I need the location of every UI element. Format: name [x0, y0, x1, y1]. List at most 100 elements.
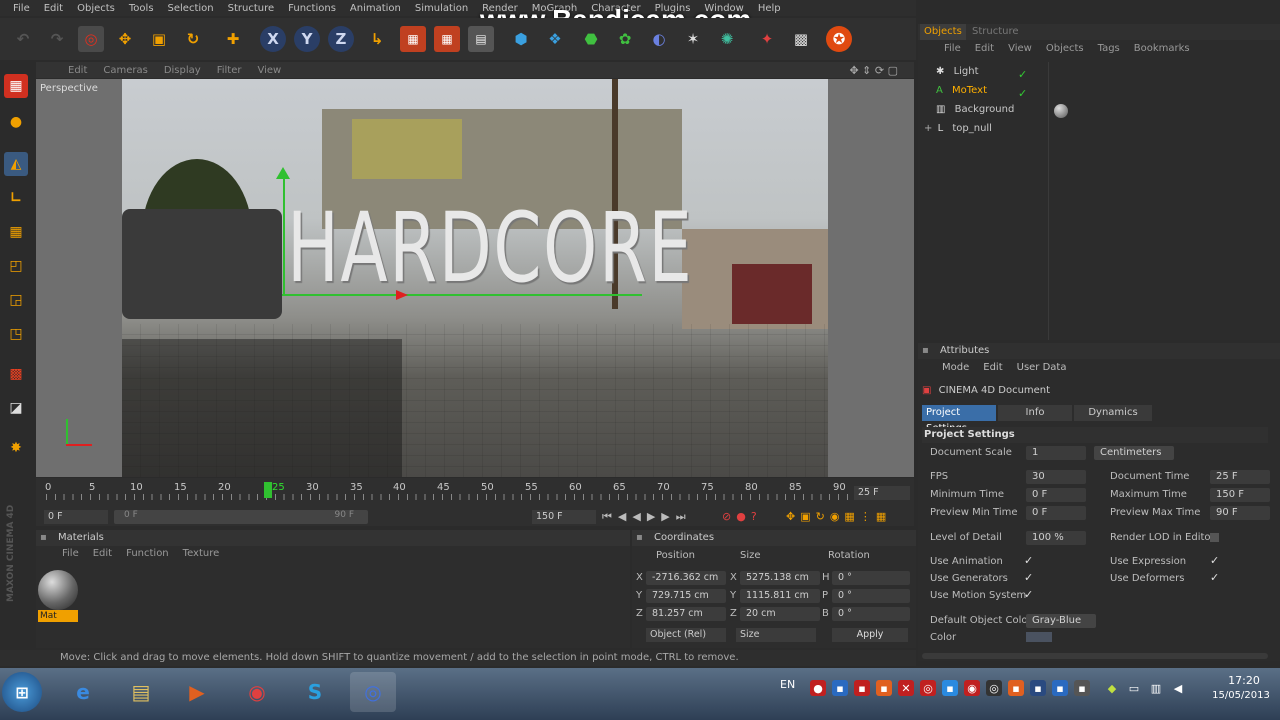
viewport-menu-display[interactable]: Display [158, 65, 211, 76]
objects-menu-bookmarks[interactable]: Bookmarks [1134, 43, 1190, 59]
tab-info[interactable]: Info [998, 405, 1072, 421]
visibility-check-icon[interactable]: ✓ [1018, 68, 1027, 81]
viewport-menu-view[interactable]: View [251, 65, 291, 76]
render-lod-checkbox[interactable] [1210, 533, 1219, 542]
texture-mode-icon[interactable]: ▦ [4, 220, 28, 244]
camera-icon[interactable]: ✺ [714, 26, 740, 52]
min-time-field[interactable]: 0 F [1026, 488, 1086, 502]
y-axis-handle[interactable] [283, 174, 285, 294]
nurbs-icon[interactable]: ❖ [542, 26, 568, 52]
objects-menu-file[interactable]: File [944, 43, 961, 59]
max-time-field[interactable]: 150 F [1210, 488, 1270, 502]
start-frame-field[interactable]: 0 F [44, 510, 108, 524]
skype-icon[interactable]: S [292, 672, 338, 712]
tray-icon[interactable]: ▪ [1052, 680, 1068, 696]
objects-menu-edit[interactable]: Edit [975, 43, 994, 59]
pos-x-field[interactable]: -2716.362 cm [646, 571, 726, 585]
tray-icon[interactable]: ◉ [964, 680, 980, 696]
object-item-motext[interactable]: A MoText [936, 85, 1136, 101]
menu-animation[interactable]: Animation [343, 3, 408, 14]
viewport-menu-cameras[interactable]: Cameras [97, 65, 157, 76]
pos-y-field[interactable]: 729.715 cm [646, 589, 726, 603]
objects-menu-objects[interactable]: Objects [1046, 43, 1084, 59]
use-expression-checkbox[interactable]: ✓ [1210, 554, 1219, 567]
key-controls[interactable]: ✥▣↻◉▦⋮▦ [786, 510, 914, 524]
rot-p-field[interactable]: 0 ° [832, 589, 910, 603]
move-icon[interactable]: ✥ [112, 26, 138, 52]
playback-controls[interactable]: ⏮◀◀▶▶⏭ [602, 510, 714, 524]
tray-icon[interactable]: ◎ [986, 680, 1002, 696]
timeline[interactable]: 0 5 10 15 20 25 30 35 40 45 50 55 60 65 … [36, 478, 914, 526]
live-selection-icon[interactable]: ◎ [78, 26, 104, 52]
coordinate-system-icon[interactable]: ↳ [364, 26, 390, 52]
volume-icon[interactable]: ◀ [1170, 680, 1186, 696]
use-motion-checkbox[interactable]: ✓ [1024, 588, 1033, 601]
edges-mode-icon[interactable]: ◲ [4, 288, 28, 312]
x-axis-arrow-icon[interactable] [396, 290, 408, 300]
fps-field[interactable]: 30 [1026, 470, 1086, 484]
object-mode-icon[interactable]: ◭ [4, 152, 28, 176]
make-editable-icon[interactable]: ▦ [4, 74, 28, 98]
menu-file[interactable]: File [6, 3, 37, 14]
menu-selection[interactable]: Selection [161, 3, 221, 14]
plus-icon[interactable]: ✚ [220, 26, 246, 52]
y-axis-arrow-icon[interactable] [276, 167, 290, 179]
rot-b-field[interactable]: 0 ° [832, 607, 910, 621]
sculpt-icon[interactable]: ✸ [4, 436, 28, 460]
document-scale-field[interactable]: 1 [1026, 446, 1086, 460]
cloner-icon[interactable]: ✿ [612, 26, 638, 52]
clock-date[interactable]: 15/05/2013 [1206, 690, 1276, 701]
attributes-menu-edit[interactable]: Edit [983, 362, 1002, 378]
rot-h-field[interactable]: 0 ° [832, 571, 910, 585]
cinema4d-icon[interactable]: ◎ [350, 672, 396, 712]
tray-icon[interactable]: ▪ [854, 680, 870, 696]
size-z-field[interactable]: 20 cm [740, 607, 820, 621]
render-view-icon[interactable]: ▦ [400, 26, 426, 52]
coordinate-mode-select[interactable]: Object (Rel) [646, 628, 726, 642]
preview-min-field[interactable]: 0 F [1026, 506, 1086, 520]
use-deformers-checkbox[interactable]: ✓ [1210, 571, 1219, 584]
use-animation-checkbox[interactable]: ✓ [1024, 554, 1033, 567]
color-swatch[interactable] [1026, 632, 1052, 642]
playhead-icon[interactable] [264, 482, 272, 498]
material-swatch[interactable]: Mat [38, 570, 78, 622]
y-axis-icon[interactable]: Y [294, 26, 320, 52]
object-item-top-null[interactable]: + L top_null [924, 123, 1124, 139]
menu-edit[interactable]: Edit [37, 3, 70, 14]
tray-icon[interactable]: ▪ [876, 680, 892, 696]
menu-functions[interactable]: Functions [281, 3, 343, 14]
render-settings-icon[interactable]: ▤ [468, 26, 494, 52]
viewport-menu-edit[interactable]: Edit [62, 65, 97, 76]
menu-simulation[interactable]: Simulation [408, 3, 475, 14]
render-picture-viewer-icon[interactable]: ▦ [434, 26, 460, 52]
expand-icon[interactable]: + [924, 123, 932, 134]
x-axis-handle[interactable] [282, 294, 642, 296]
document-time-field[interactable]: 25 F [1210, 470, 1270, 484]
scale-icon[interactable]: ▣ [146, 26, 172, 52]
record-tray-icon[interactable]: ● [810, 680, 826, 696]
menu-tools[interactable]: Tools [122, 3, 161, 14]
tray-icon[interactable]: ✕ [898, 680, 914, 696]
deformer-icon[interactable]: ◐ [646, 26, 672, 52]
motext-object[interactable]: HARDCORE [287, 192, 693, 304]
tab-dynamics[interactable]: Dynamics [1074, 405, 1152, 421]
lod-field[interactable]: 100 % [1026, 531, 1086, 545]
material-tag-icon[interactable] [1054, 104, 1068, 118]
array-icon[interactable]: ⬣ [578, 26, 604, 52]
rotate-icon[interactable]: ↻ [180, 26, 206, 52]
snap-icon[interactable]: ▩ [4, 362, 28, 386]
tray-icon[interactable]: ▪ [1030, 680, 1046, 696]
cube-icon[interactable]: ⬢ [508, 26, 534, 52]
end-frame-field[interactable]: 150 F [532, 510, 596, 524]
scene-icon[interactable]: ✶ [680, 26, 706, 52]
panel-grip-icon[interactable]: ▪ [922, 345, 929, 356]
use-generators-checkbox[interactable]: ✓ [1024, 571, 1033, 584]
z-axis-icon[interactable]: Z [328, 26, 354, 52]
attributes-menu-mode[interactable]: Mode [942, 362, 969, 378]
media-player-icon[interactable]: ▶ [174, 672, 220, 712]
tray-icon[interactable]: ▪ [832, 680, 848, 696]
visibility-check-icon[interactable]: ✓ [1018, 87, 1027, 100]
undo-icon[interactable]: ↶ [10, 26, 36, 52]
tray-icon[interactable]: ▪ [942, 680, 958, 696]
grid-icon[interactable]: ▩ [788, 26, 814, 52]
